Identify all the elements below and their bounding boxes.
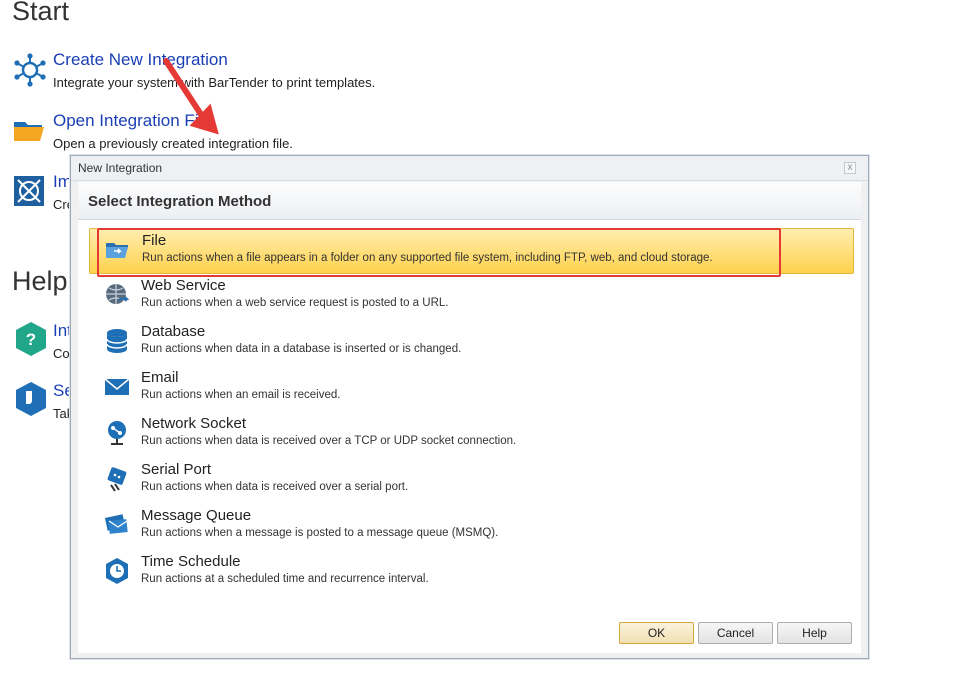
- cancel-button[interactable]: Cancel: [698, 622, 773, 644]
- dialog-titlebar: New Integration x: [71, 156, 868, 181]
- method-time-schedule-title: Time Schedule: [141, 553, 241, 570]
- help-support-icon: [16, 382, 46, 416]
- help-item-1[interactable]: ? Int Co: [12, 321, 72, 365]
- start-page: Start Create New Integration Integrate y…: [0, 0, 954, 700]
- method-serial-port-title: Serial Port: [141, 461, 212, 478]
- svg-text:?: ?: [26, 330, 36, 349]
- ok-button[interactable]: OK: [619, 622, 694, 644]
- time-schedule-icon: [106, 558, 128, 584]
- start-heading: Start: [12, 0, 70, 26]
- method-email-desc: Run actions when an email is received.: [141, 389, 341, 401]
- help-button[interactable]: Help: [777, 622, 852, 644]
- method-item-web-service[interactable]: Web Service Run actions when a web servi…: [89, 274, 854, 320]
- create-new-integration-item[interactable]: Create New Integration Integrate your sy…: [12, 50, 472, 94]
- method-item-network-socket[interactable]: Network Socket Run actions when data is …: [89, 412, 854, 458]
- close-icon[interactable]: x: [844, 162, 856, 174]
- serial-port-icon: [107, 467, 127, 492]
- dialog-header: Select Integration Method: [78, 182, 861, 220]
- dialog-title: New Integration: [78, 161, 163, 175]
- annotation-arrow: [163, 58, 219, 135]
- help-item-1-desc: Co: [53, 346, 70, 361]
- method-item-message-queue[interactable]: Message Queue Run actions when a message…: [89, 504, 854, 550]
- help-heading: Help: [12, 266, 68, 296]
- open-folder-icon: [14, 122, 44, 141]
- method-time-schedule-desc: Run actions at a scheduled time and recu…: [141, 573, 429, 585]
- method-web-service-title: Web Service: [141, 277, 226, 294]
- method-database-desc: Run actions when data in a database is i…: [141, 343, 462, 355]
- method-email-title: Email: [141, 369, 179, 386]
- method-network-socket-title: Network Socket: [141, 415, 247, 432]
- method-item-email[interactable]: Email Run actions when an email is recei…: [89, 366, 854, 412]
- method-message-queue-desc: Run actions when a message is posted to …: [141, 527, 499, 539]
- message-queue-icon: [104, 514, 128, 534]
- open-integration-file-item[interactable]: Open Integration File Open a previously …: [12, 111, 472, 155]
- network-socket-icon: [108, 421, 126, 445]
- database-icon: [106, 329, 128, 353]
- email-icon: [104, 378, 130, 395]
- method-web-service-desc: Run actions when a web service request i…: [141, 297, 449, 309]
- method-database-title: Database: [141, 323, 206, 340]
- import-icon: [14, 176, 44, 206]
- method-item-serial-port[interactable]: Serial Port Run actions when data is rec…: [89, 458, 854, 504]
- help-question-icon: ?: [16, 322, 46, 356]
- integration-hub-icon: [14, 53, 46, 87]
- help-item-2[interactable]: Se Tak: [12, 381, 74, 425]
- method-message-queue-title: Message Queue: [141, 507, 252, 524]
- annotation-highlight-box: [97, 228, 781, 277]
- dialog-header-title: Select Integration Method: [88, 193, 272, 210]
- import-item[interactable]: Im Cre: [12, 172, 74, 216]
- web-service-icon: [106, 284, 130, 304]
- method-network-socket-desc: Run actions when data is received over a…: [141, 435, 517, 447]
- method-item-database[interactable]: Database Run actions when data in a data…: [89, 320, 854, 366]
- method-list: File Run actions when a file appears in …: [78, 220, 861, 653]
- method-item-time-schedule[interactable]: Time Schedule Run actions at a scheduled…: [89, 550, 854, 596]
- method-serial-port-desc: Run actions when data is received over a…: [141, 481, 409, 493]
